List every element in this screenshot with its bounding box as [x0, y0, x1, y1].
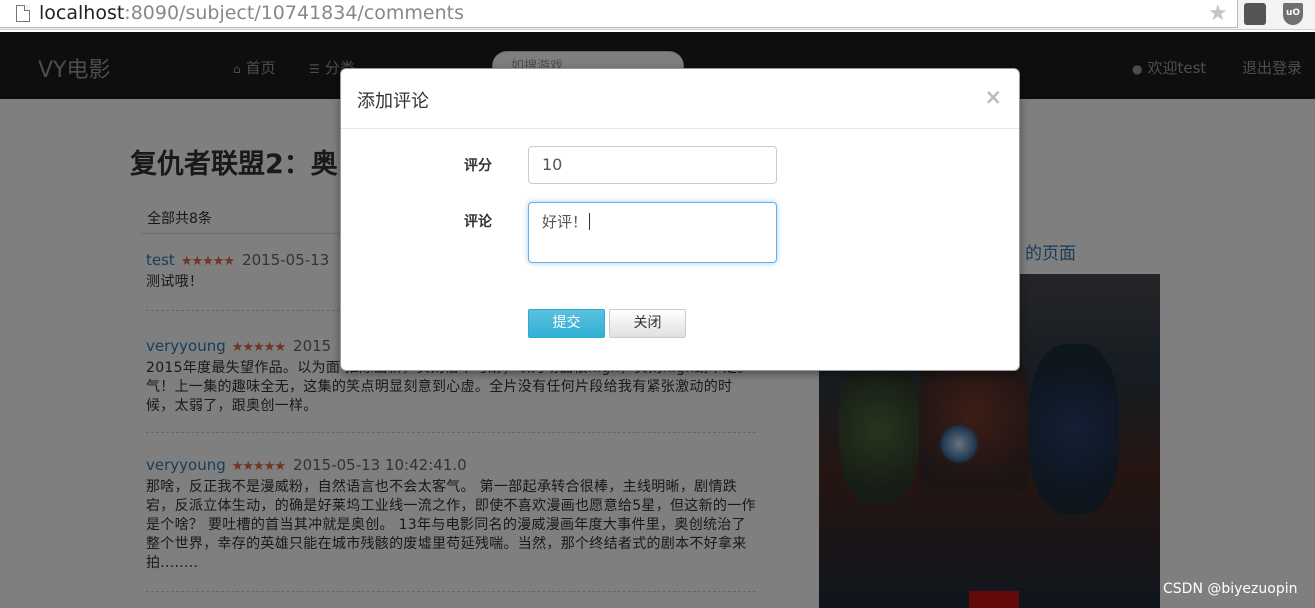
- watermark: CSDN @biyezuopin: [1163, 581, 1298, 597]
- bookmark-star-icon[interactable]: ★: [1208, 1, 1228, 26]
- comment-textarea[interactable]: 好评！: [528, 202, 777, 263]
- url-host: localhost: [39, 2, 125, 24]
- url-field[interactable]: localhost:8090/subject/10741834/comments: [0, 0, 1238, 28]
- comment-label: 评论: [464, 214, 492, 230]
- close-button[interactable]: 关闭: [609, 309, 686, 338]
- score-input[interactable]: 10: [528, 146, 777, 184]
- text-caret: [589, 213, 591, 230]
- url-text[interactable]: localhost:8090/subject/10741834/comments: [39, 2, 464, 24]
- comment-textarea-value: 好评！: [542, 213, 588, 231]
- browser-address-bar: localhost:8090/subject/10741834/comments…: [0, 0, 1315, 30]
- dialog-title: 添加评论: [357, 91, 429, 112]
- page-icon: [16, 5, 30, 22]
- extension-icon[interactable]: [1244, 3, 1266, 25]
- add-comment-dialog: 添加评论 × 评分 10 评论 好评！ 提交 关闭: [340, 68, 1020, 371]
- submit-button[interactable]: 提交: [528, 309, 605, 338]
- ublock-extension-icon[interactable]: uO: [1283, 3, 1303, 25]
- score-label: 评分: [464, 158, 492, 174]
- url-path: :8090/subject/10741834/comments: [124, 2, 464, 24]
- dialog-divider: [341, 128, 1019, 129]
- close-icon[interactable]: ×: [984, 85, 1002, 109]
